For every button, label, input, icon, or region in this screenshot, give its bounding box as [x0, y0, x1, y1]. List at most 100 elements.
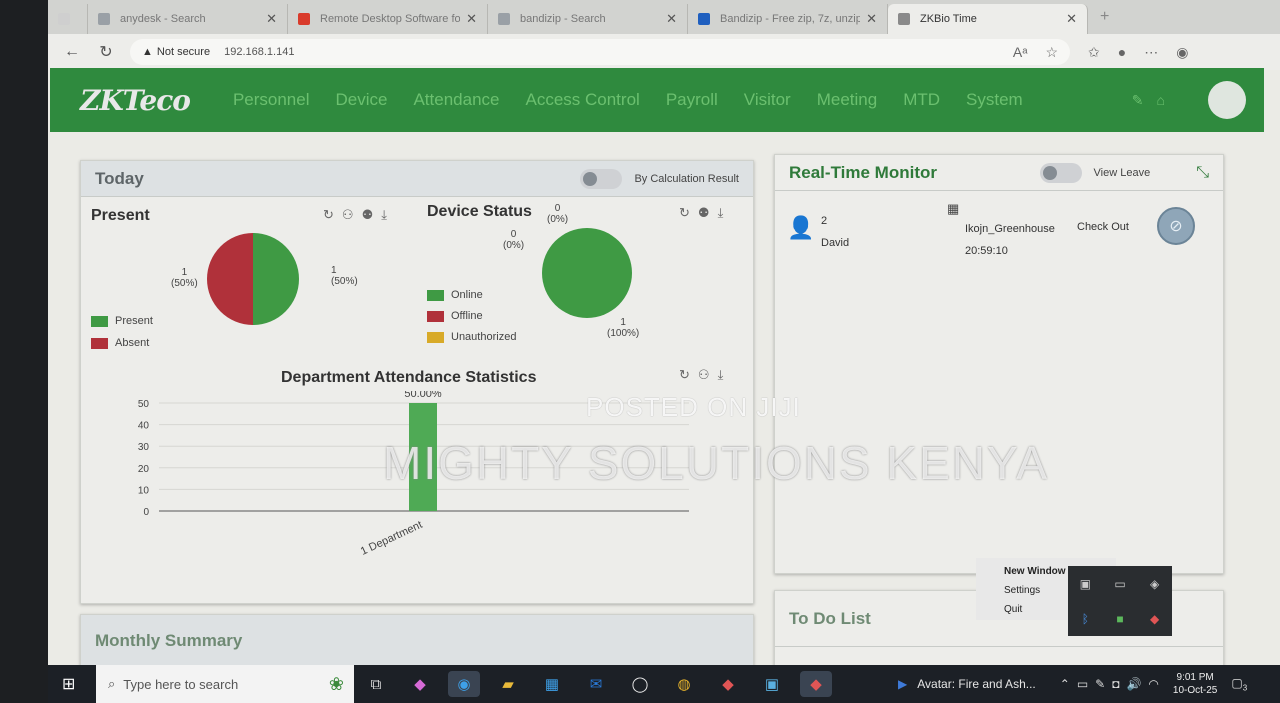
camera-icon[interactable]: ◘ [1112, 677, 1119, 691]
browser-tab[interactable]: ZKBio Time ✕ [888, 4, 1088, 34]
favorites-icon[interactable]: ✩ [1088, 44, 1100, 61]
chrome-icon[interactable]: ◍ [668, 671, 700, 697]
tray-shield-icon[interactable]: ◈ [1150, 577, 1159, 591]
nav-mtd[interactable]: MTD [903, 90, 940, 110]
nav-meeting[interactable]: Meeting [817, 90, 877, 110]
y-tick-label: 40 [138, 421, 150, 432]
task-view-icon[interactable]: ⧉ [360, 671, 392, 697]
notification-icon[interactable]: ▢3 [1231, 676, 1247, 692]
entry-time: 20:59:10 [965, 245, 1008, 257]
store-icon[interactable]: ▦ [536, 671, 568, 697]
present-slice [253, 233, 299, 325]
browser-tab[interactable]: Remote Desktop Software for ✕ [288, 4, 488, 34]
monitor-entry[interactable]: 👤 2 David ▦ Ikojn_Greenhouse 20:59:10 Ch… [775, 201, 1225, 271]
outlook-icon[interactable]: ✉ [580, 671, 612, 697]
nav-payroll[interactable]: Payroll [666, 90, 718, 110]
tab-label: ZKBio Time [920, 13, 977, 25]
lock-icon[interactable]: ⌂ [1157, 92, 1165, 108]
remote-desktop-icon[interactable]: ▣ [756, 671, 788, 697]
new-tab-icon[interactable]: + [1100, 8, 1109, 26]
browser-tab[interactable] [48, 4, 88, 34]
refresh-icon[interactable]: ↻ [323, 207, 342, 222]
tray-overflow-panel: ▣ ▭ ◈ ᛒ ■ ◆ [1068, 566, 1172, 636]
warning-icon: ▲ [142, 46, 153, 58]
absent-slice [207, 233, 253, 325]
org-icon[interactable]: ⚉ [698, 205, 718, 220]
media-title: Avatar: Fire and Ash... [917, 677, 1036, 691]
collapse-icon[interactable]: ⤡ [1196, 164, 1209, 182]
tab-favicon-icon [98, 13, 110, 25]
tray-app-icon[interactable]: ▣ [1080, 577, 1091, 591]
calculation-result-toggle[interactable] [580, 168, 623, 189]
tab-close-icon[interactable]: ✕ [666, 11, 677, 27]
profile-icon[interactable]: ● [1118, 44, 1126, 60]
tray-chat-icon[interactable]: ▭ [1114, 577, 1125, 591]
download-icon[interactable]: ⤓ [718, 367, 732, 382]
volume-icon[interactable]: 🔊 [1126, 677, 1141, 691]
tab-close-icon[interactable]: ✕ [466, 11, 477, 27]
chevron-up-icon[interactable]: ⌃ [1060, 677, 1070, 691]
tray-green-icon[interactable]: ■ [1116, 612, 1123, 626]
view-leave-toggle[interactable] [1039, 162, 1082, 183]
download-icon[interactable]: ⤓ [718, 205, 732, 220]
browser-tab[interactable]: bandizip - Search ✕ [488, 4, 688, 34]
wifi-icon[interactable]: ◠ [1148, 677, 1158, 691]
address-bar[interactable]: ▲ Not secure 192.168.1.141 Aᵃ ☆ [130, 39, 1070, 65]
more-icon[interactable]: ⋯ [1144, 44, 1158, 61]
windows-taskbar: ⌕ Type here to search ❀ ⧉ ◆ ◉ ▰ ▦ ✉ ◯ ◍ … [48, 665, 1280, 703]
refresh-icon[interactable]: ↻ [679, 205, 698, 220]
tray-anydesk-icon[interactable]: ◆ [1150, 612, 1159, 626]
device-bottom-label: 1 (100%) [607, 317, 640, 339]
tab-label: Bandizip - Free zip, 7z, unzip, r [720, 13, 861, 25]
pen-icon[interactable]: ✎ [1095, 677, 1105, 691]
bluetooth-icon[interactable]: ᛒ [1082, 612, 1089, 626]
windows-start-icon[interactable]: ⊞ [62, 674, 75, 694]
browser-tab[interactable]: anydesk - Search ✕ [88, 4, 288, 34]
url-text: 192.168.1.141 [224, 46, 295, 58]
present-pie [207, 233, 299, 325]
nav-system[interactable]: System [966, 90, 1023, 110]
battery-icon[interactable]: ▭ [1077, 677, 1088, 691]
realtime-monitor-title: Real-Time Monitor [789, 162, 937, 182]
file-explorer-icon[interactable]: ▰ [492, 671, 524, 697]
copilot-icon[interactable]: ◉ [1176, 44, 1188, 61]
favorite-star-icon[interactable]: ☆ [1045, 44, 1058, 61]
today-title: Today [95, 168, 144, 188]
monthly-summary-card: Monthly Summary [80, 614, 754, 665]
people-icon[interactable]: ⚇ [342, 207, 362, 222]
legend-offline: Offline [427, 310, 483, 322]
copilot-taskbar-icon[interactable]: ◆ [404, 671, 436, 697]
back-icon[interactable]: ← [62, 43, 82, 61]
nav-attendance[interactable]: Attendance [413, 90, 499, 110]
user-avatar[interactable] [1208, 81, 1246, 119]
taskbar-search[interactable]: ⌕ Type here to search ❀ [96, 665, 354, 703]
org-icon[interactable]: ⚉ [362, 207, 382, 222]
tab-label: anydesk - Search [120, 13, 206, 25]
tab-close-icon[interactable]: ✕ [266, 11, 277, 27]
read-aloud-icon[interactable]: Aᵃ [1013, 44, 1028, 61]
people-icon[interactable]: ⚇ [698, 367, 718, 382]
whatsapp-icon[interactable]: ◯ [624, 671, 656, 697]
download-icon[interactable]: ⤓ [381, 207, 395, 222]
legend-swatch [91, 337, 108, 349]
edit-icon[interactable]: ✎ [1132, 92, 1144, 109]
nav-device[interactable]: Device [336, 90, 388, 110]
anydesk-active-icon[interactable]: ◆ [800, 671, 832, 697]
tab-favicon-icon [498, 13, 510, 25]
device-top-label-1: 0 (0%) [547, 203, 569, 225]
anydesk-taskbar-icon[interactable]: ◆ [712, 671, 744, 697]
taskbar-clock[interactable]: 9:01 PM 10-Oct-25 [1173, 671, 1217, 697]
edge-icon[interactable]: ◉ [448, 671, 480, 697]
tab-close-icon[interactable]: ✕ [1066, 11, 1077, 27]
reload-icon[interactable]: ↻ [96, 42, 116, 62]
nav-access-control[interactable]: Access Control [525, 90, 639, 110]
browser-tab[interactable]: Bandizip - Free zip, 7z, unzip, r ✕ [688, 4, 888, 34]
tab-close-icon[interactable]: ✕ [866, 11, 877, 27]
media-widget[interactable]: ▶ Avatar: Fire and Ash... [898, 677, 1036, 691]
nav-visitor[interactable]: Visitor [744, 90, 791, 110]
legend-swatch [427, 289, 444, 301]
refresh-icon[interactable]: ↻ [679, 367, 698, 382]
tab-label: Remote Desktop Software for [320, 13, 461, 25]
entry-device: Ikojn_Greenhouse [965, 223, 1055, 235]
nav-personnel[interactable]: Personnel [233, 90, 310, 110]
